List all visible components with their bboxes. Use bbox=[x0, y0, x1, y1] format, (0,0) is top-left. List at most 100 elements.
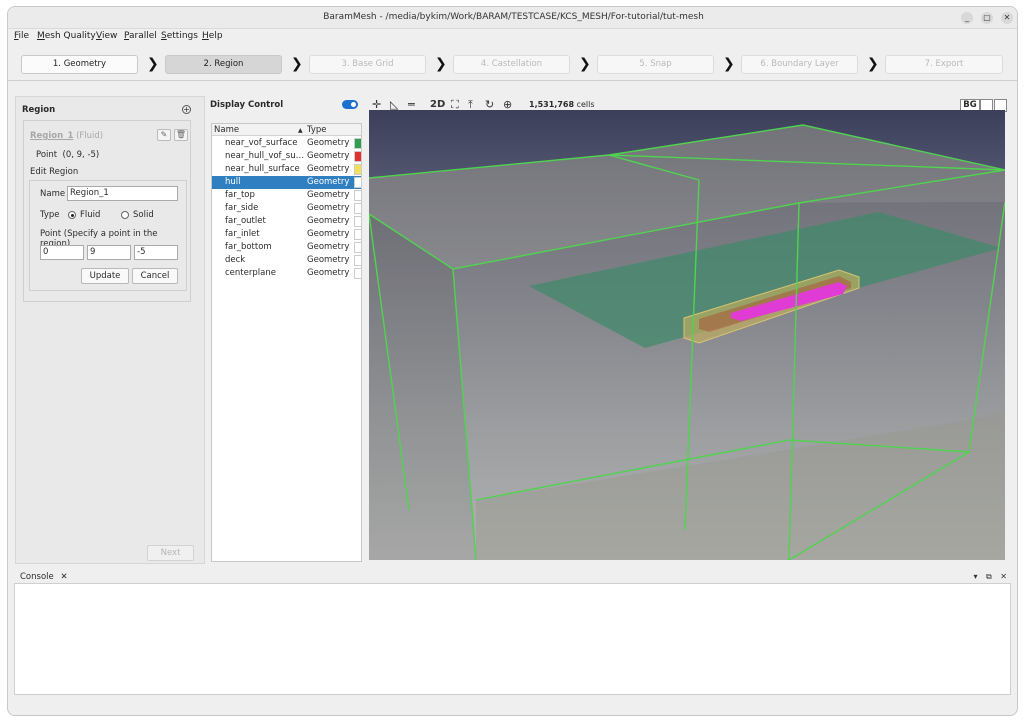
chevron-right-icon: ❯ bbox=[723, 56, 735, 72]
geometry-type: Geometry bbox=[307, 151, 350, 161]
geometry-row[interactable]: centerplane Geometry bbox=[212, 267, 362, 280]
minimize-button[interactable]: _ bbox=[961, 12, 973, 24]
console-panel: Console ✕ ▾ ⧉ ✕ bbox=[14, 569, 1011, 695]
menu-settings[interactable]: Settings bbox=[161, 31, 198, 41]
geometry-type: Geometry bbox=[307, 255, 350, 265]
close-icon[interactable]: ✕ bbox=[60, 572, 67, 582]
type-fluid-radio[interactable] bbox=[68, 211, 76, 219]
console-tab[interactable]: Console ✕ bbox=[20, 572, 68, 582]
color-swatch[interactable] bbox=[354, 268, 362, 279]
close-window-button[interactable]: ✕ bbox=[1001, 12, 1013, 24]
geometry-type: Geometry bbox=[307, 229, 350, 239]
step-export[interactable]: 7. Export bbox=[885, 55, 1003, 74]
type-solid-radio[interactable] bbox=[121, 211, 129, 219]
step-geometry[interactable]: 1. Geometry bbox=[21, 55, 138, 74]
step-boundary-layer[interactable]: 6. Boundary Layer bbox=[741, 55, 858, 74]
geometry-row[interactable]: near_vof_surface Geometry bbox=[212, 137, 362, 150]
edit-region-title: Edit Region bbox=[30, 167, 79, 177]
float-icon[interactable]: ⧉ bbox=[986, 572, 992, 581]
geometry-row[interactable]: far_outlet Geometry bbox=[212, 215, 362, 228]
region-point: Point (0, 9, -5) bbox=[36, 150, 99, 160]
geometry-type: Geometry bbox=[307, 164, 350, 174]
col-type-header[interactable]: Type bbox=[307, 125, 327, 135]
color-swatch[interactable] bbox=[354, 255, 362, 266]
color-swatch[interactable] bbox=[354, 177, 362, 188]
console-tab-label: Console bbox=[20, 572, 54, 582]
region-panel: Region + Region_1 (Fluid) ✎ 🗑 Point (0, … bbox=[15, 96, 205, 564]
region-list-item[interactable]: Region_1 (Fluid) bbox=[30, 131, 103, 141]
geometry-type: Geometry bbox=[307, 268, 350, 278]
col-name-header[interactable]: Name bbox=[214, 125, 239, 135]
cells-unit: cells bbox=[576, 100, 595, 109]
geometry-name: far_inlet bbox=[225, 229, 260, 239]
dropdown-icon[interactable]: ▾ bbox=[973, 572, 977, 581]
geometry-name: near_hull_surface bbox=[225, 164, 300, 174]
region-item-type: (Fluid) bbox=[76, 131, 104, 141]
geometry-type: Geometry bbox=[307, 216, 350, 226]
geometry-row[interactable]: deck Geometry bbox=[212, 254, 362, 267]
color-swatch[interactable] bbox=[354, 242, 362, 253]
color-swatch[interactable] bbox=[354, 216, 362, 227]
geometry-row[interactable]: far_bottom Geometry bbox=[212, 241, 362, 254]
console-controls: ▾ ⧉ ✕ bbox=[973, 572, 1007, 582]
delete-icon[interactable]: 🗑 bbox=[174, 129, 188, 141]
menu-parallel[interactable]: Parallel bbox=[124, 31, 157, 41]
geometry-row[interactable]: far_top Geometry bbox=[212, 189, 362, 202]
geometry-row[interactable]: near_hull_surface Geometry bbox=[212, 163, 362, 176]
geometry-name: hull bbox=[225, 177, 241, 187]
geometry-row[interactable]: far_side Geometry bbox=[212, 202, 362, 215]
region-point-value: (0, 9, -5) bbox=[62, 150, 100, 160]
menu-help[interactable]: Help bbox=[202, 31, 223, 41]
edit-region-form: Name Region_1 Type Fluid Solid Point (Sp… bbox=[29, 180, 187, 291]
chevron-right-icon: ❯ bbox=[291, 56, 303, 72]
geometry-name: far_outlet bbox=[225, 216, 266, 226]
menu-view[interactable]: View bbox=[96, 31, 117, 41]
step-castellation[interactable]: 4. Castellation bbox=[453, 55, 570, 74]
cancel-button[interactable]: Cancel bbox=[132, 268, 178, 284]
app-window: BaramMesh - /media/bykim/Work/BARAM/TEST… bbox=[7, 6, 1018, 716]
color-swatch[interactable] bbox=[354, 151, 362, 162]
display-control-title: Display Control bbox=[210, 100, 284, 110]
geometry-name: far_top bbox=[225, 190, 255, 200]
mode-2d-button[interactable]: 2D bbox=[430, 99, 445, 110]
geometry-name: far_bottom bbox=[225, 242, 272, 252]
point-x-input[interactable]: 0 bbox=[40, 245, 84, 260]
region-point-label: Point bbox=[36, 150, 58, 160]
update-button[interactable]: Update bbox=[81, 268, 129, 284]
step-navigation: 1. Geometry ❯ 2. Region ❯ 3. Base Grid ❯… bbox=[8, 45, 1017, 81]
geometry-row[interactable]: far_inlet Geometry bbox=[212, 228, 362, 241]
menu-file[interactable]: File bbox=[14, 31, 29, 41]
point-z-input[interactable]: -5 bbox=[134, 245, 178, 260]
geometry-type: Geometry bbox=[307, 203, 350, 213]
color-swatch[interactable] bbox=[354, 138, 362, 149]
chevron-right-icon: ❯ bbox=[435, 56, 447, 72]
add-region-icon[interactable]: + bbox=[182, 105, 191, 114]
edit-icon[interactable]: ✎ bbox=[157, 129, 171, 141]
window-title: BaramMesh - /media/bykim/Work/BARAM/TEST… bbox=[323, 12, 704, 22]
geometry-row[interactable]: hull Geometry bbox=[212, 176, 362, 189]
geometry-row[interactable]: near_hull_vof_surfaceGeometry bbox=[212, 150, 362, 163]
cells-number: 1,531,768 bbox=[529, 100, 575, 109]
chevron-right-icon: ❯ bbox=[579, 56, 591, 72]
maximize-button[interactable]: ▢ bbox=[981, 12, 993, 24]
console-output[interactable] bbox=[14, 583, 1011, 695]
region-item-name: Region_1 bbox=[30, 131, 74, 141]
next-button[interactable]: Next bbox=[147, 545, 194, 561]
display-toggle[interactable] bbox=[342, 100, 358, 109]
geometry-name: near_hull_vof_surface bbox=[225, 151, 305, 161]
step-base-grid[interactable]: 3. Base Grid bbox=[309, 55, 426, 74]
color-swatch[interactable] bbox=[354, 164, 362, 175]
color-swatch[interactable] bbox=[354, 229, 362, 240]
point-y-input[interactable]: 9 bbox=[87, 245, 131, 260]
step-snap[interactable]: 5. Snap bbox=[597, 55, 714, 74]
color-swatch[interactable] bbox=[354, 190, 362, 201]
menu-mesh-quality[interactable]: Mesh Quality bbox=[37, 31, 96, 41]
color-swatch[interactable] bbox=[354, 203, 362, 214]
step-region[interactable]: 2. Region bbox=[165, 55, 282, 74]
close-icon[interactable]: ✕ bbox=[1000, 572, 1007, 581]
region-name-input[interactable]: Region_1 bbox=[67, 186, 178, 201]
display-control-panel: Display Control Name ▲ Type near_vof_sur… bbox=[209, 96, 364, 564]
region-panel-title: Region bbox=[22, 105, 56, 115]
3d-viewport[interactable] bbox=[369, 110, 1005, 560]
geometry-name: far_side bbox=[225, 203, 259, 213]
